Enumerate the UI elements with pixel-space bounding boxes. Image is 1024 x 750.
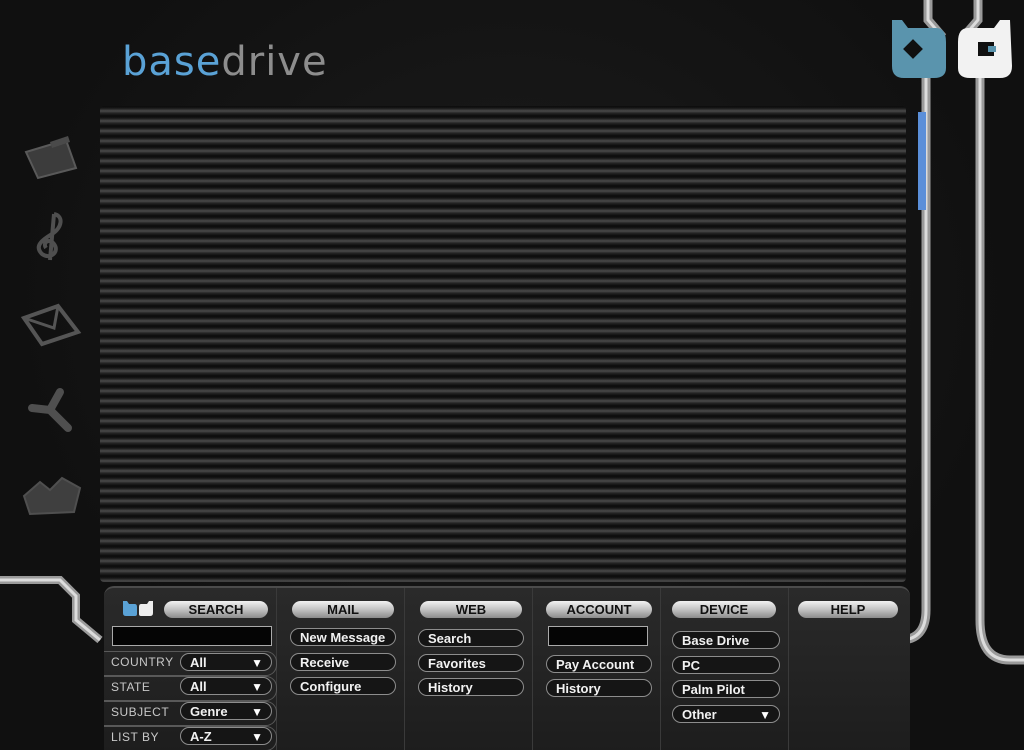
account-header[interactable]: ACCOUNT: [546, 601, 652, 618]
state-label: STATE: [111, 680, 151, 694]
configure-button[interactable]: Configure: [290, 677, 396, 695]
favorites-button[interactable]: Favorites: [418, 654, 524, 672]
control-panel: SEARCH COUNTRY All ▼ STATE All ▼ SUBJECT…: [104, 586, 910, 750]
other-device-select[interactable]: Other ▼: [672, 705, 780, 723]
content-display: [100, 106, 906, 582]
country-select[interactable]: All ▼: [180, 653, 272, 671]
treble-clef-icon[interactable]: [20, 212, 82, 262]
web-history-button[interactable]: History: [418, 678, 524, 696]
state-select[interactable]: All ▼: [180, 677, 272, 695]
mail-column: MAIL New Message Receive Configure: [276, 588, 405, 750]
device-column: DEVICE Base Drive PC Palm Pilot Other ▼: [660, 588, 789, 750]
chevron-down-icon: ▼: [759, 708, 771, 722]
palm-pilot-button[interactable]: Palm Pilot: [672, 680, 780, 698]
mail-header[interactable]: MAIL: [292, 601, 394, 618]
listby-select[interactable]: A-Z ▼: [180, 727, 272, 745]
pc-button[interactable]: PC: [672, 656, 780, 674]
bg-corner-logo: [892, 20, 1012, 78]
other-device-value: Other: [682, 707, 717, 722]
pay-account-button[interactable]: Pay Account: [546, 655, 652, 673]
bd-mini-logo: [123, 601, 153, 616]
logo-drive-text: drive: [221, 39, 328, 85]
state-value: All: [190, 679, 207, 694]
country-label: COUNTRY: [111, 655, 174, 669]
receive-button[interactable]: Receive: [290, 653, 396, 671]
base-drive-button[interactable]: Base Drive: [672, 631, 780, 649]
web-search-button[interactable]: Search: [418, 629, 524, 647]
subject-select[interactable]: Genre ▼: [180, 702, 272, 720]
chevron-down-icon: ▼: [251, 656, 263, 670]
search-header[interactable]: SEARCH: [164, 601, 268, 618]
clapperboard-icon[interactable]: [20, 132, 82, 182]
logo-base-text: base: [122, 39, 222, 85]
scrollbar-thumb: [918, 112, 926, 210]
web-column: WEB Search Favorites History: [404, 588, 533, 750]
subject-value: Genre: [190, 704, 228, 719]
search-column: SEARCH COUNTRY All ▼ STATE All ▼ SUBJECT…: [104, 588, 277, 750]
account-input[interactable]: [548, 626, 648, 646]
account-history-button[interactable]: History: [546, 679, 652, 697]
account-column: ACCOUNT Pay Account History: [532, 588, 661, 750]
search-input[interactable]: [112, 626, 272, 646]
web-header[interactable]: WEB: [420, 601, 522, 618]
chevron-down-icon: ▼: [251, 680, 263, 694]
listby-value: A-Z: [190, 729, 212, 744]
device-header[interactable]: DEVICE: [672, 601, 776, 618]
chevron-down-icon: ▼: [251, 705, 263, 719]
app-logo: basedrive: [122, 38, 328, 86]
envelope-icon[interactable]: [20, 300, 82, 350]
crowd-icon[interactable]: [20, 470, 82, 520]
chevron-down-icon: ▼: [251, 730, 263, 744]
app-window: basedrive SEARCH COUNTRY All ▼ STATE All…: [0, 0, 1024, 750]
subject-label: SUBJECT: [111, 705, 170, 719]
listby-label: LIST BY: [111, 730, 159, 744]
new-message-button[interactable]: New Message: [290, 628, 396, 646]
tri-blade-icon[interactable]: [20, 384, 82, 434]
help-column: HELP: [788, 588, 910, 750]
country-value: All: [190, 655, 207, 670]
help-header[interactable]: HELP: [798, 601, 898, 618]
